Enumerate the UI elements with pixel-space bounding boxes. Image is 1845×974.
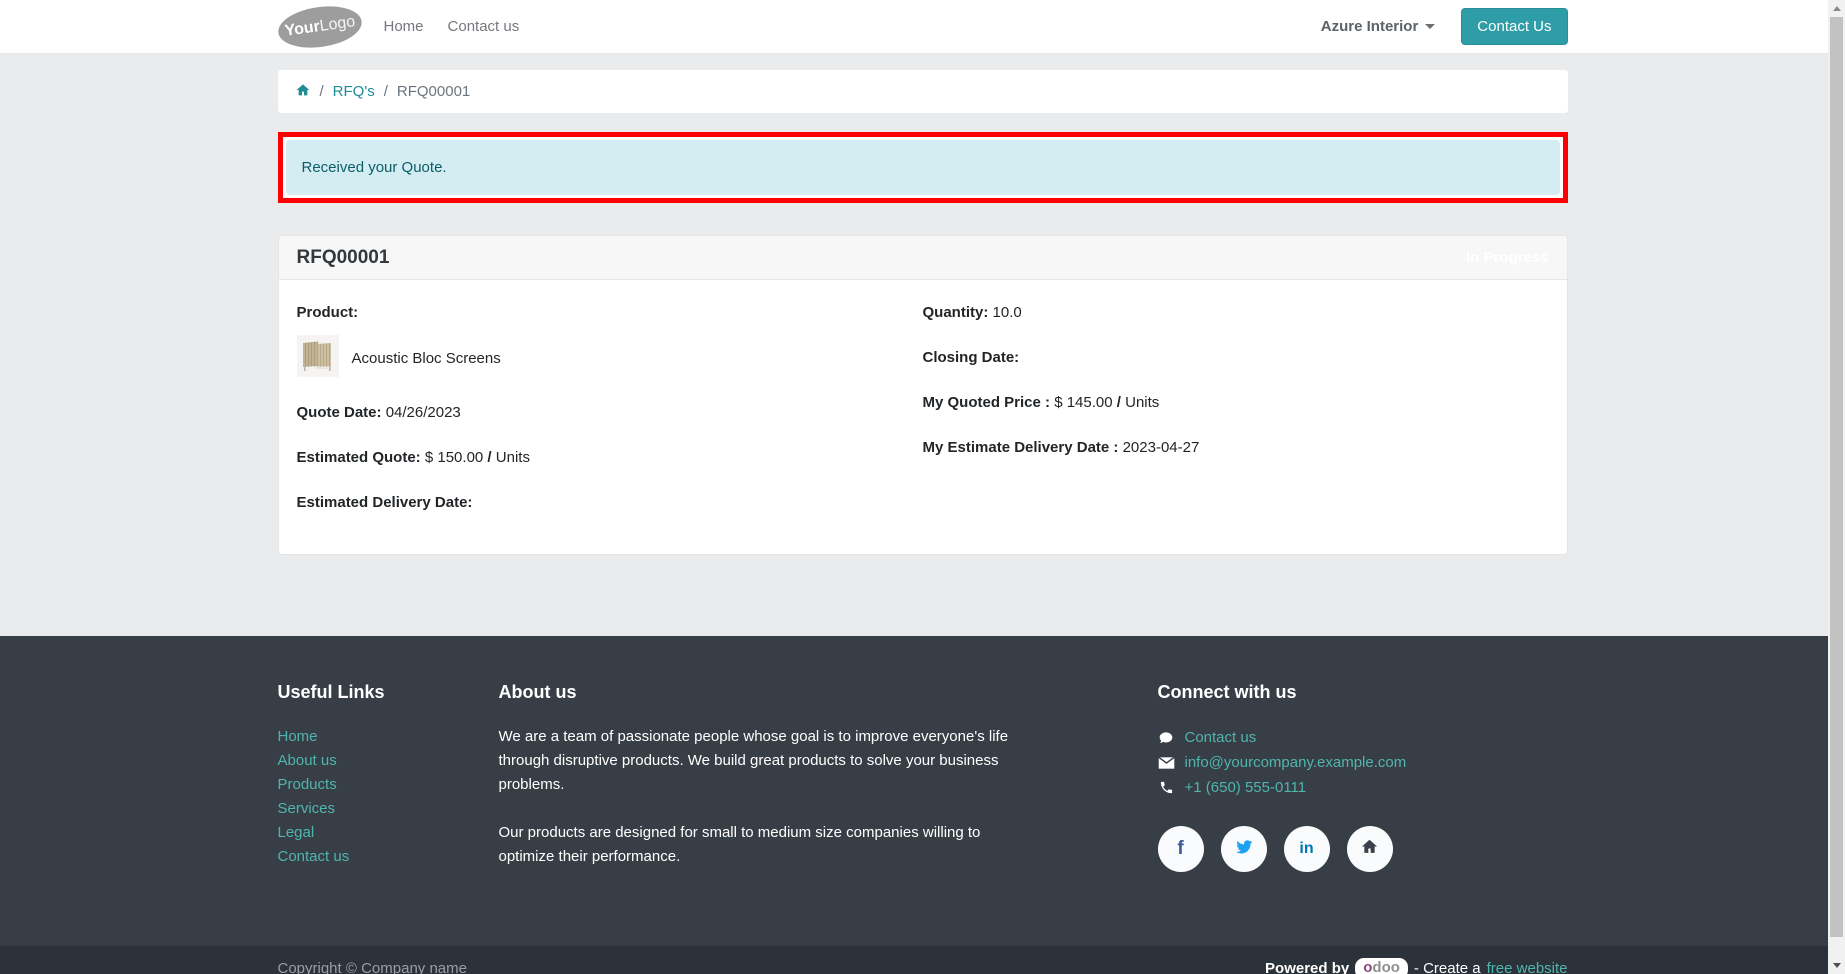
quote-date-value: 04/26/2023: [385, 404, 461, 421]
rfq-left-column: Product: Acoustic Bloc Screens Quote Dat…: [296, 304, 923, 539]
closing-date-label: Closing Date:: [922, 349, 1020, 366]
breadcrumb: / RFQ's / RFQ00001: [277, 70, 1568, 113]
about-us-title: About us: [498, 682, 577, 702]
chevron-down-icon: [1425, 24, 1436, 29]
estimated-quote-label: Estimated Quote:: [296, 449, 421, 466]
home-icon: [1360, 837, 1379, 861]
top-navbar: Your Logo Home Contact us Azure Interior …: [0, 0, 1845, 54]
product-row: Acoustic Bloc Screens: [296, 335, 923, 382]
footer-link-legal[interactable]: Legal: [278, 821, 499, 845]
my-quoted-price-unit: Units: [1125, 394, 1160, 411]
estimated-quote-unit: Units: [495, 449, 530, 466]
footer-link-contact-us[interactable]: Contact us: [278, 845, 499, 869]
scroll-down-icon: [1832, 963, 1841, 968]
footer-link-services[interactable]: Services: [278, 797, 499, 821]
facebook-icon: f: [1177, 838, 1184, 859]
breadcrumb-current: RFQ00001: [396, 83, 471, 100]
contact-us-button[interactable]: Contact Us: [1461, 8, 1568, 45]
connect-contact-us-link[interactable]: Contact us: [1185, 725, 1257, 750]
user-account-dropdown[interactable]: Azure Interior: [1321, 18, 1436, 35]
highlight-annotation-box: Received your Quote.: [277, 132, 1568, 203]
quantity-label: Quantity:: [922, 304, 989, 321]
footer-about-us: About us We are a team of passionate peo…: [499, 682, 1158, 872]
my-quoted-price-value: $ 145.00: [1054, 394, 1113, 411]
connect-email-link[interactable]: info@yourcompany.example.com: [1185, 750, 1407, 775]
powered-by-text: Powered by: [1265, 959, 1350, 974]
useful-links-title: Useful Links: [277, 682, 385, 702]
connect-title: Connect with us: [1157, 682, 1297, 702]
portal-main: / RFQ's / RFQ00001 Received your Quote. …: [0, 70, 1845, 636]
copyright-bar: Copyright © Company name Powered by odoo…: [0, 946, 1845, 974]
rfq-right-column: Quantity: 10.0 Closing Date: My Quoted P…: [922, 304, 1200, 456]
product-label: Product:: [296, 304, 359, 321]
scroll-up-button[interactable]: [1828, 0, 1845, 17]
quote-date-label: Quote Date:: [296, 404, 382, 421]
about-us-paragraph-1: We are a team of passionate people whose…: [498, 728, 1009, 793]
comment-icon: [1158, 730, 1175, 746]
twitter-button[interactable]: [1220, 826, 1267, 872]
connect-phone-link[interactable]: +1 (650) 555-0111: [1185, 775, 1307, 800]
website-home-button[interactable]: [1346, 826, 1393, 872]
main-nav: Home Contact us: [384, 18, 520, 35]
footer-useful-links: Useful Links Home About us Products Serv…: [278, 682, 499, 872]
free-website-link[interactable]: free website: [1487, 960, 1568, 974]
scroll-down-button[interactable]: [1828, 957, 1845, 974]
vertical-scrollbar[interactable]: [1828, 0, 1845, 974]
breadcrumb-home-link[interactable]: [295, 82, 311, 102]
scroll-up-icon: [1832, 6, 1841, 11]
breadcrumb-separator: /: [383, 83, 388, 100]
logo-text-light: Logo: [318, 12, 356, 35]
breadcrumb-separator: /: [319, 83, 324, 100]
phone-icon: [1158, 780, 1175, 795]
my-quoted-price-label: My Quoted Price :: [922, 394, 1051, 411]
user-account-label: Azure Interior: [1320, 18, 1419, 35]
footer-link-about-us[interactable]: About us: [278, 749, 499, 773]
footer-connect: Connect with us Contact us info@yourcomp…: [1157, 682, 1568, 872]
linkedin-icon: in: [1299, 840, 1314, 857]
status-badge: In Progress: [1465, 249, 1549, 266]
nav-contact-us[interactable]: Contact us: [448, 18, 520, 35]
about-us-paragraph-2: Our products are designed for small to m…: [498, 824, 981, 865]
footer: Useful Links Home About us Products Serv…: [0, 636, 1845, 946]
footer-link-home[interactable]: Home: [278, 725, 499, 749]
home-icon: [295, 82, 311, 102]
envelope-icon: [1157, 756, 1175, 770]
company-logo[interactable]: Your Logo: [275, 0, 364, 53]
my-estimate-delivery-date-value: 2023-04-27: [1122, 439, 1200, 456]
copyright-text: Copyright © Company name: [277, 959, 467, 974]
my-estimate-delivery-date-label: My Estimate Delivery Date :: [922, 439, 1119, 456]
scrollbar-thumb[interactable]: [1830, 17, 1843, 937]
facebook-button[interactable]: f: [1157, 826, 1204, 872]
logo-text-bold: Your: [283, 17, 321, 40]
product-name: Acoustic Bloc Screens: [351, 350, 501, 367]
linkedin-button[interactable]: in: [1283, 826, 1330, 872]
odoo-logo[interactable]: odoo: [1355, 957, 1408, 974]
estimated-quote-value: $ 150.00: [424, 449, 484, 466]
create-a-text: - Create a: [1413, 959, 1481, 974]
info-alert: Received your Quote.: [285, 140, 1560, 195]
estimated-delivery-date-label: Estimated Delivery Date:: [296, 494, 473, 511]
rfq-title: RFQ00001: [296, 246, 390, 268]
twitter-icon: [1234, 837, 1254, 862]
nav-home[interactable]: Home: [384, 18, 424, 35]
breadcrumb-rfqs-link[interactable]: RFQ's: [333, 83, 375, 100]
product-thumbnail: [296, 335, 339, 382]
quantity-value: 10.0: [992, 304, 1022, 321]
rfq-card-header: RFQ00001 In Progress: [278, 236, 1567, 280]
rfq-detail-card: RFQ00001 In Progress Product: Acoustic B…: [277, 235, 1568, 555]
footer-link-products[interactable]: Products: [278, 773, 499, 797]
powered-by: Powered by odoo - Create a free website: [1265, 957, 1568, 974]
